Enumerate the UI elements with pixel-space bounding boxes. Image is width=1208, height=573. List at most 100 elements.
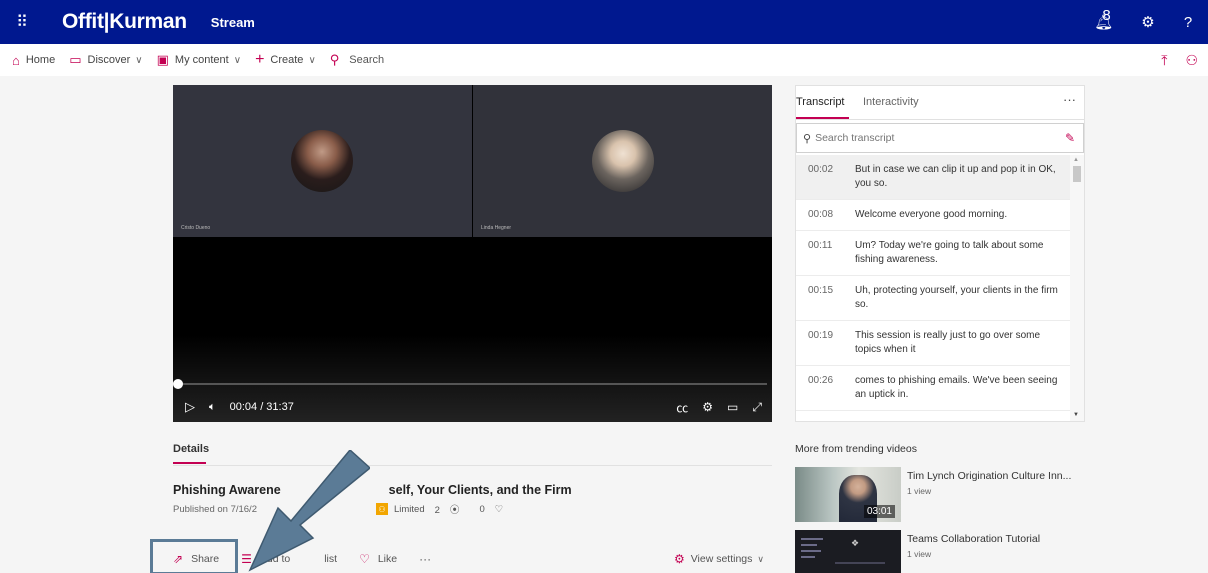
home-icon: ⌂ — [12, 52, 20, 68]
transcript-text: Welcome everyone good morning. — [855, 209, 1008, 220]
notifications-icon[interactable]: 🔔︎8 — [1088, 7, 1128, 31]
scroll-down-icon[interactable]: ▼ — [1073, 412, 1079, 418]
captions-icon[interactable]: ㏄ — [676, 399, 688, 416]
trending-item[interactable]: ❖ Teams Collaboration Tutorial 1 view — [795, 530, 1095, 573]
tab-transcript[interactable]: Transcript — [796, 96, 845, 108]
upload-icon[interactable]: ⤒ — [1161, 52, 1167, 69]
transcript-text: comes to phishing emails. We've been see… — [855, 375, 1058, 400]
transcript-text: But in case we can clip it up and pop it… — [855, 164, 1056, 189]
like-count-value: 0 — [479, 503, 485, 515]
teams-logo-icon: ❖ — [851, 538, 860, 548]
nav-home[interactable]: ⌂ Home — [12, 53, 55, 68]
transcript-timestamp[interactable]: 00:11 — [808, 239, 855, 267]
more-options-icon[interactable]: ··· — [1063, 92, 1076, 107]
transcript-search: ⚲ ✎ — [796, 123, 1084, 153]
chevron-down-icon: ∨ — [308, 54, 316, 66]
like-count: 0 ♡ — [479, 504, 513, 515]
my-content-icon: ▣ — [156, 52, 169, 67]
thumbnail-detail — [801, 550, 821, 552]
transcript-text: This session is really just to go over s… — [855, 330, 1041, 355]
trending-heading: More from trending videos — [795, 443, 917, 455]
transcript-row[interactable]: 00:02 But in case we can clip it up and p… — [796, 155, 1070, 200]
transcript-panel: Transcript Interactivity ··· ⚲ ✎ 00:02Bu… — [795, 85, 1085, 422]
tab-underline — [796, 117, 849, 119]
access-level: Limited — [394, 503, 425, 515]
discover-icon: ▭ — [69, 52, 82, 67]
participant-avatar-right — [592, 130, 654, 192]
trending-video-title[interactable]: Teams Collaboration Tutorial — [907, 533, 1040, 545]
transcript-row[interactable]: 00:11 Um? Today we're going to talk about… — [796, 231, 1070, 276]
transcript-list[interactable]: 00:02 But in case we can clip it up and p… — [796, 155, 1070, 421]
view-settings-label: View settings — [690, 553, 753, 565]
panel-tabs: Transcript Interactivity ··· — [796, 86, 1084, 120]
more-actions-button[interactable]: ··· — [419, 552, 431, 566]
notification-count: 8 — [1102, 7, 1111, 24]
participant-tile-right: Linda Hegner — [473, 85, 772, 237]
seek-bar[interactable] — [178, 383, 767, 385]
seek-handle[interactable] — [173, 379, 183, 389]
transcript-scrollbar[interactable]: ▲ ▼ — [1070, 155, 1084, 421]
video-thumbnail[interactable]: ❖ — [795, 530, 901, 573]
like-label: Like — [377, 553, 398, 565]
edit-pencil-icon[interactable]: ✎ — [1065, 131, 1075, 145]
transcript-timestamp[interactable]: 00:08 — [808, 208, 855, 222]
scrollbar-thumb[interactable] — [1073, 166, 1081, 182]
settings-gear-icon[interactable]: ⚙ — [1128, 13, 1168, 31]
nav-my-content-label: My content — [174, 54, 229, 66]
transcript-timestamp[interactable]: 00:02 — [808, 163, 855, 191]
nav-my-content[interactable]: ▣ My content ∨ — [157, 52, 241, 68]
transcript-timestamp[interactable]: 00:19 — [808, 329, 855, 357]
participant-tile-left: Cristo Dueno — [173, 85, 472, 237]
top-bar: ⠿ Offit|Kurman Stream 🔔︎8 ⚙ ? — [0, 0, 1208, 44]
transcript-row[interactable]: 00:26 comes to phishing emails. We've bee… — [796, 366, 1070, 411]
theater-mode-icon[interactable]: ▭ — [727, 400, 738, 414]
app-name[interactable]: Stream — [211, 15, 255, 30]
volume-icon[interactable]: 🔈︎ — [209, 401, 216, 414]
nav-create[interactable]: + Create ∨ — [255, 51, 316, 69]
transcript-row[interactable]: 00:08 Welcome everyone good morning. — [796, 200, 1070, 231]
tab-interactivity[interactable]: Interactivity — [863, 96, 919, 108]
nav-discover[interactable]: ▭ Discover ∨ — [69, 52, 142, 68]
chevron-down-icon: ∨ — [233, 54, 242, 66]
transcript-text: Uh, protecting yourself, your clients in… — [855, 285, 1058, 310]
nav-search-label: Search — [349, 54, 385, 66]
nav-search[interactable]: ⚲ Search — [330, 52, 384, 68]
participant-name-right: Linda Hegner — [481, 225, 512, 231]
transcript-timestamp[interactable]: 00:26 — [808, 374, 855, 402]
top-right-actions: 🔔︎8 ⚙ ? — [1088, 0, 1208, 44]
trending-item[interactable]: 03:01 Tim Lynch Origination Culture Inn.… — [795, 467, 1095, 522]
transcript-timestamp[interactable]: 00:15 — [808, 284, 855, 312]
transcript-row[interactable]: 00:19 This session is really just to go o… — [796, 321, 1070, 366]
participant-avatar-left — [291, 130, 353, 192]
transcript-text: Um? Today we're going to talk about some… — [855, 240, 1044, 265]
video-player[interactable]: Cristo Dueno Linda Hegner ▷ 🔈︎ 00:04 / 3… — [173, 85, 772, 422]
limited-access-icon: ⚇ — [376, 503, 388, 515]
video-meta: ⚇ Limited 2 ⦿ 0 ♡ — [376, 502, 523, 516]
thumbnail-detail — [835, 562, 885, 564]
views-icon: ⦿ — [449, 505, 460, 516]
play-icon[interactable]: ▷ — [185, 399, 195, 415]
annotation-highlight-box — [150, 539, 238, 573]
fullscreen-icon[interactable]: ⤢ — [752, 400, 762, 415]
profile-icon[interactable]: ⚇ — [1185, 52, 1198, 69]
video-duration: 03:01 — [863, 505, 895, 518]
player-controls: ▷ 🔈︎ 00:04 / 31:37 ㏄ ⚙ ▭ ⤢ — [173, 393, 772, 421]
details-tab-underline — [173, 462, 206, 464]
heart-icon: ♡ — [494, 503, 504, 515]
help-icon[interactable]: ? — [1168, 14, 1208, 31]
app-launcher-icon[interactable]: ⠿ — [0, 0, 44, 44]
video-thumbnail[interactable]: 03:01 — [795, 467, 901, 522]
player-controls-right: ㏄ ⚙ ▭ ⤢ — [662, 399, 762, 416]
scroll-up-icon[interactable]: ▲ — [1073, 157, 1079, 163]
transcript-search-input[interactable] — [815, 132, 1036, 144]
brand-logo[interactable]: Offit|Kurman — [62, 10, 187, 34]
view-settings-button[interactable]: ⚙ View settings ∨ — [674, 552, 764, 566]
nav-home-label: Home — [25, 54, 56, 66]
trending-video-title[interactable]: Tim Lynch Origination Culture Inn... — [907, 470, 1071, 482]
search-icon: ⚲ — [329, 52, 340, 67]
transcript-row[interactable]: 00:15 Uh, protecting yourself, your clien… — [796, 276, 1070, 321]
playback-time: 00:04 / 31:37 — [229, 401, 294, 413]
details-tab[interactable]: Details — [173, 443, 209, 455]
player-settings-icon[interactable]: ⚙ — [702, 400, 713, 414]
nav-create-label: Create — [270, 54, 304, 66]
